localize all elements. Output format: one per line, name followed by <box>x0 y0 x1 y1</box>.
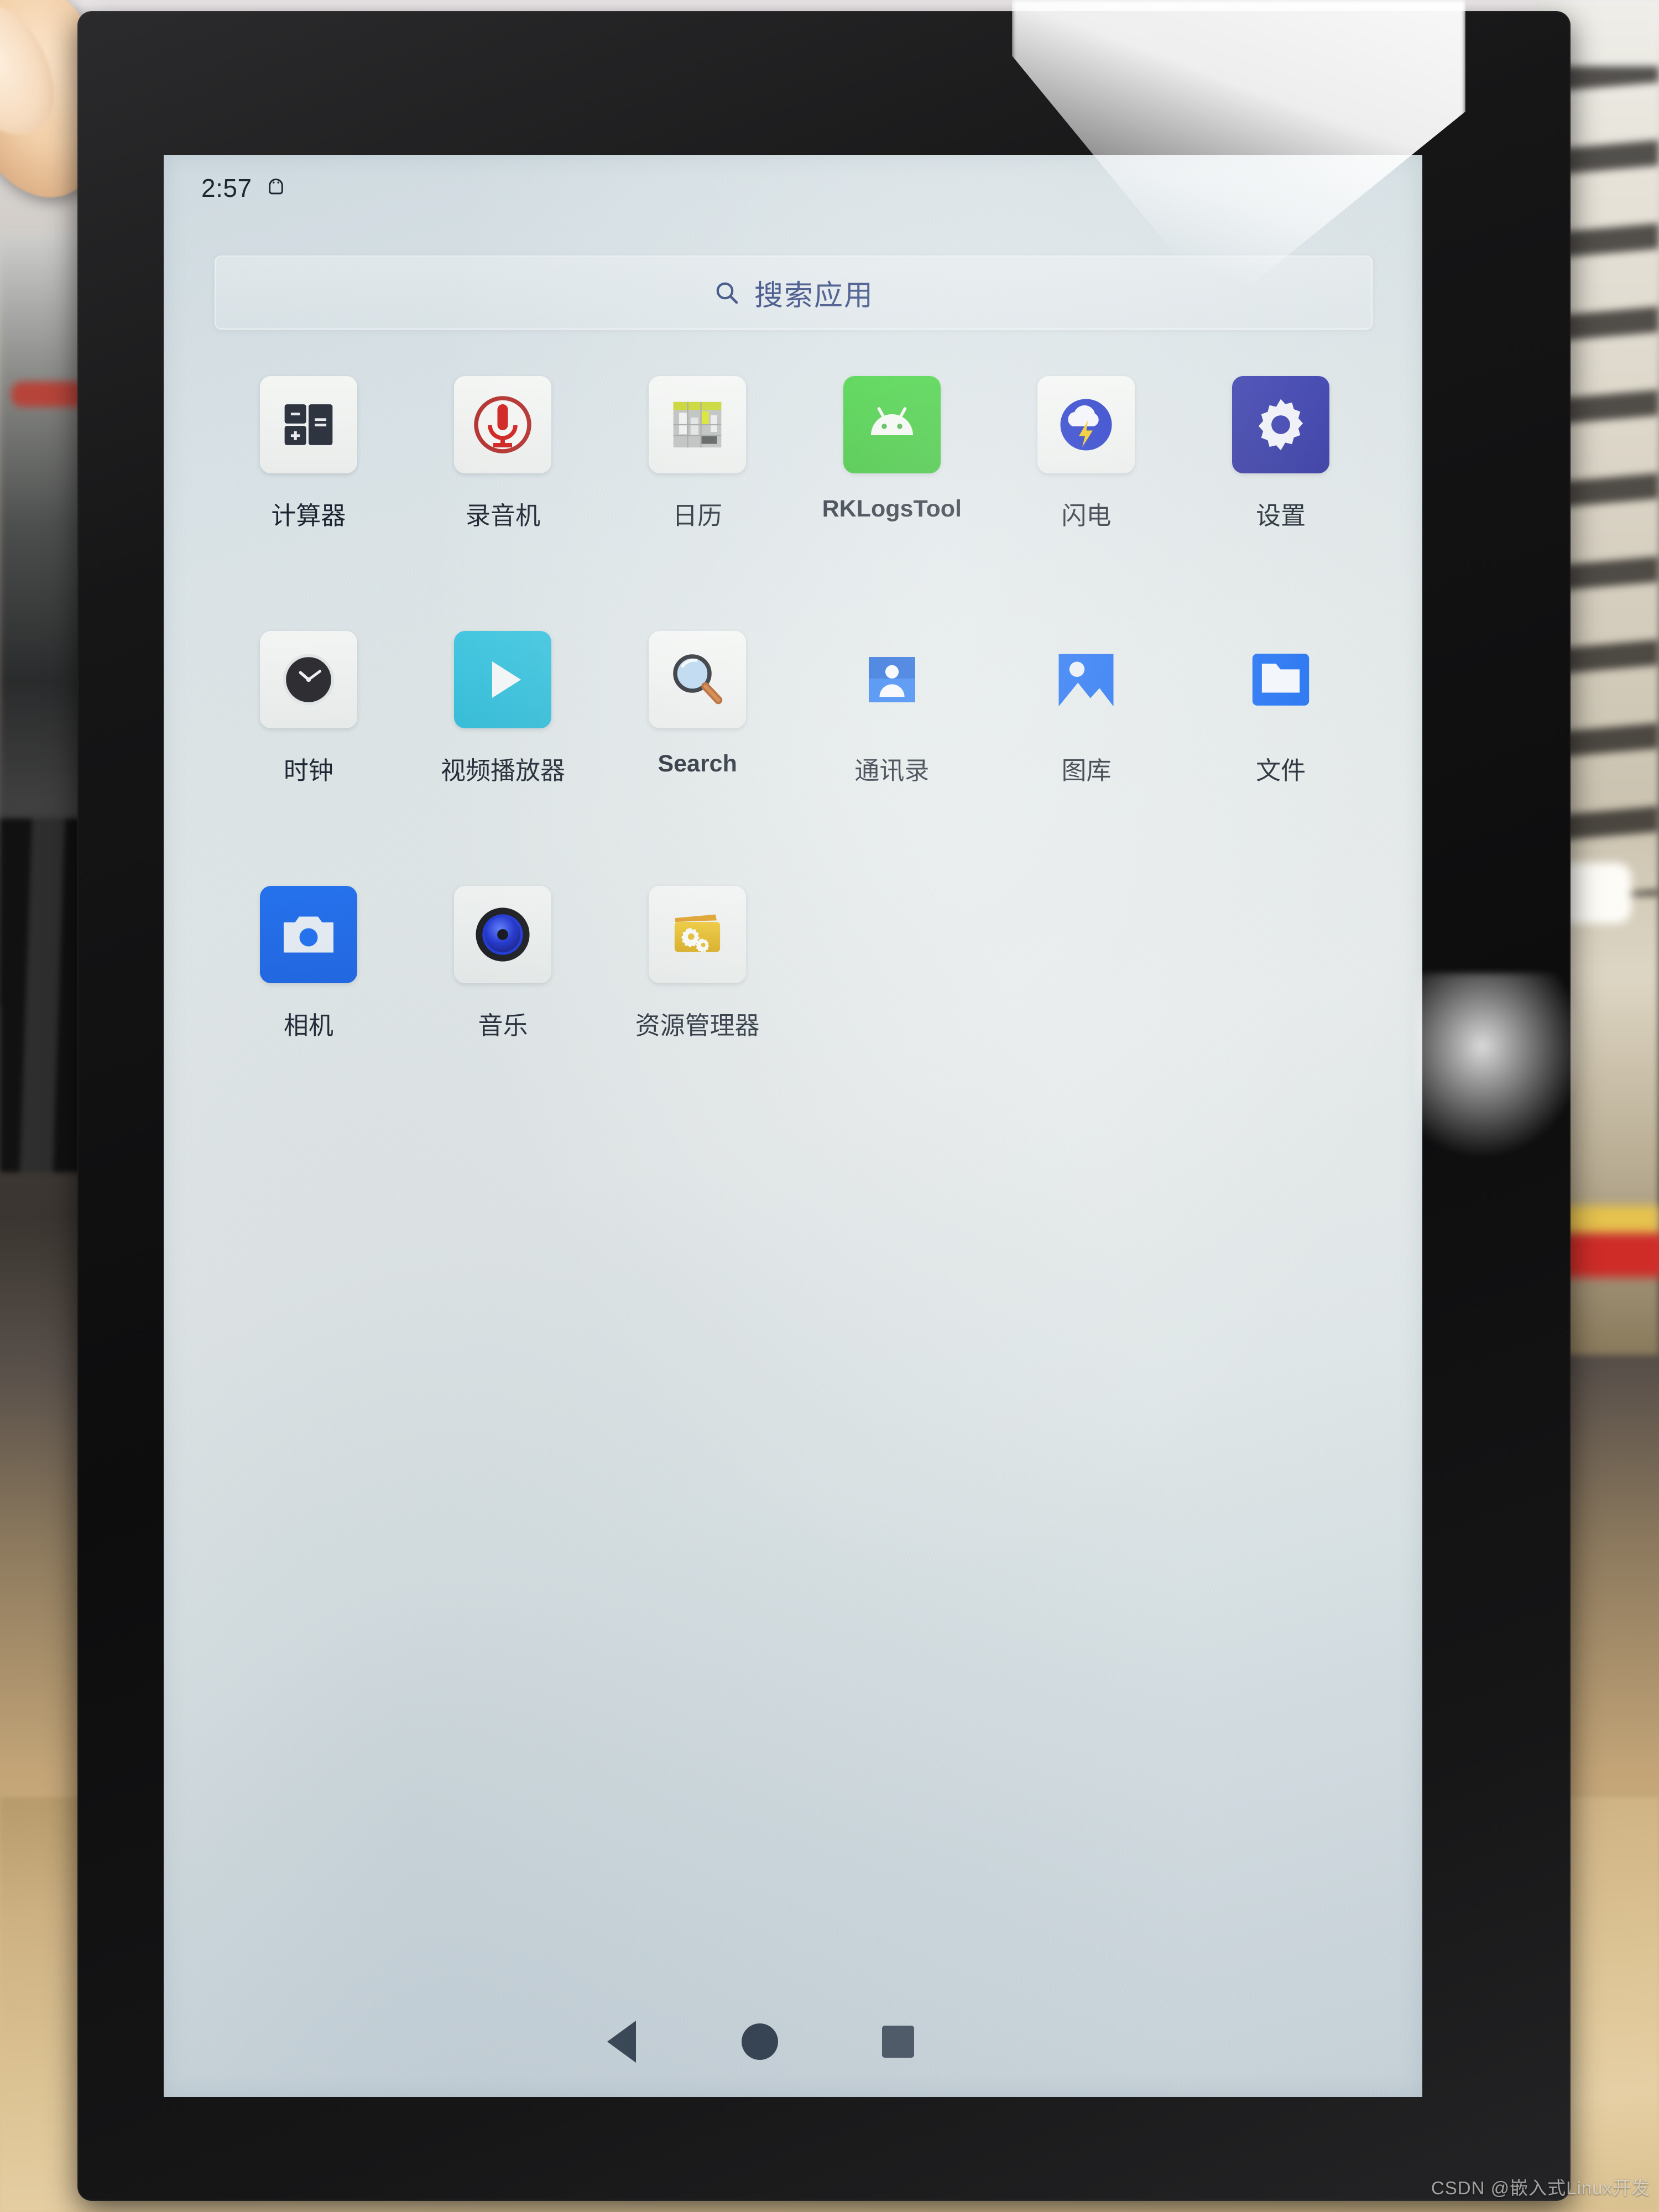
app-label: 闪电 <box>1061 502 1112 530</box>
fingernail <box>0 0 74 152</box>
app-label: 通讯录 <box>854 757 930 785</box>
folder-gear-icon <box>649 886 747 983</box>
app-label: 录音机 <box>465 502 540 530</box>
app-rklogstool[interactable]: RKLogsTool <box>795 376 989 531</box>
back-triangle-icon[interactable] <box>597 2017 646 2067</box>
app-contacts[interactable]: 通讯录 <box>795 631 989 786</box>
app-resource-manager[interactable]: 资源管理器 <box>600 886 795 1041</box>
contacts-icon <box>843 631 941 728</box>
app-label: 日历 <box>672 502 723 530</box>
app-label: 计算器 <box>271 502 346 530</box>
speaker-icon <box>454 886 552 983</box>
app-calendar[interactable]: 日历 <box>600 376 795 531</box>
app-label: 文件 <box>1256 757 1306 785</box>
search-bar[interactable]: 搜索应用 <box>215 255 1373 330</box>
calendar-icon <box>649 376 747 473</box>
app-label: 相机 <box>283 1011 333 1040</box>
android-icon <box>843 376 941 473</box>
recents-square-icon[interactable] <box>873 2017 923 2067</box>
app-label: 图库 <box>1061 757 1112 785</box>
app-label: 音乐 <box>478 1011 528 1040</box>
gear-icon <box>1232 376 1330 473</box>
clock-icon <box>259 631 357 728</box>
gallery-icon <box>1037 631 1135 728</box>
tablet-screen: 2:57 搜索应用 计算器 录音机 日历 RKLogsTool 闪电 设置 时钟… <box>164 155 1422 2097</box>
calculator-icon <box>259 376 357 473</box>
watermark: CSDN @嵌入式Linux开发 <box>1431 2178 1650 2198</box>
status-bar: 2:57 <box>164 155 1422 221</box>
android-bug-icon <box>267 177 285 199</box>
app-files[interactable]: 文件 <box>1183 631 1378 786</box>
app-label: 资源管理器 <box>635 1011 760 1040</box>
magnifier-icon <box>649 631 747 728</box>
app-label: RKLogsTool <box>822 495 962 522</box>
app-video-player[interactable]: 视频播放器 <box>406 631 601 786</box>
folder-icon <box>1232 631 1329 728</box>
app-clock[interactable]: 时钟 <box>211 631 406 786</box>
app-label: Search <box>658 750 737 777</box>
navigation-bar <box>164 1986 1422 2097</box>
app-calculator[interactable]: 计算器 <box>211 376 406 531</box>
search-icon <box>713 279 740 306</box>
app-settings[interactable]: 设置 <box>1183 376 1378 531</box>
status-clock: 2:57 <box>201 174 252 202</box>
app-music[interactable]: 音乐 <box>406 886 601 1041</box>
app-recorder[interactable]: 录音机 <box>406 376 601 531</box>
app-lightning[interactable]: 闪电 <box>989 376 1184 531</box>
lightning-cloud-icon <box>1037 376 1135 473</box>
app-camera[interactable]: 相机 <box>211 886 406 1041</box>
microphone-icon <box>454 376 552 473</box>
app-label: 时钟 <box>283 757 333 785</box>
camera-icon <box>259 886 357 983</box>
app-label: 设置 <box>1256 502 1306 530</box>
search-placeholder: 搜索应用 <box>754 279 874 312</box>
app-search[interactable]: Search <box>600 631 795 786</box>
app-gallery[interactable]: 图库 <box>989 631 1184 786</box>
app-grid: 计算器 录音机 日历 RKLogsTool 闪电 设置 时钟 视频播放器 Sea… <box>211 376 1378 1041</box>
app-label: 视频播放器 <box>440 757 565 785</box>
home-circle-icon[interactable] <box>735 2017 785 2067</box>
play-icon <box>454 631 552 728</box>
background-red-wire <box>1559 1233 1659 1277</box>
